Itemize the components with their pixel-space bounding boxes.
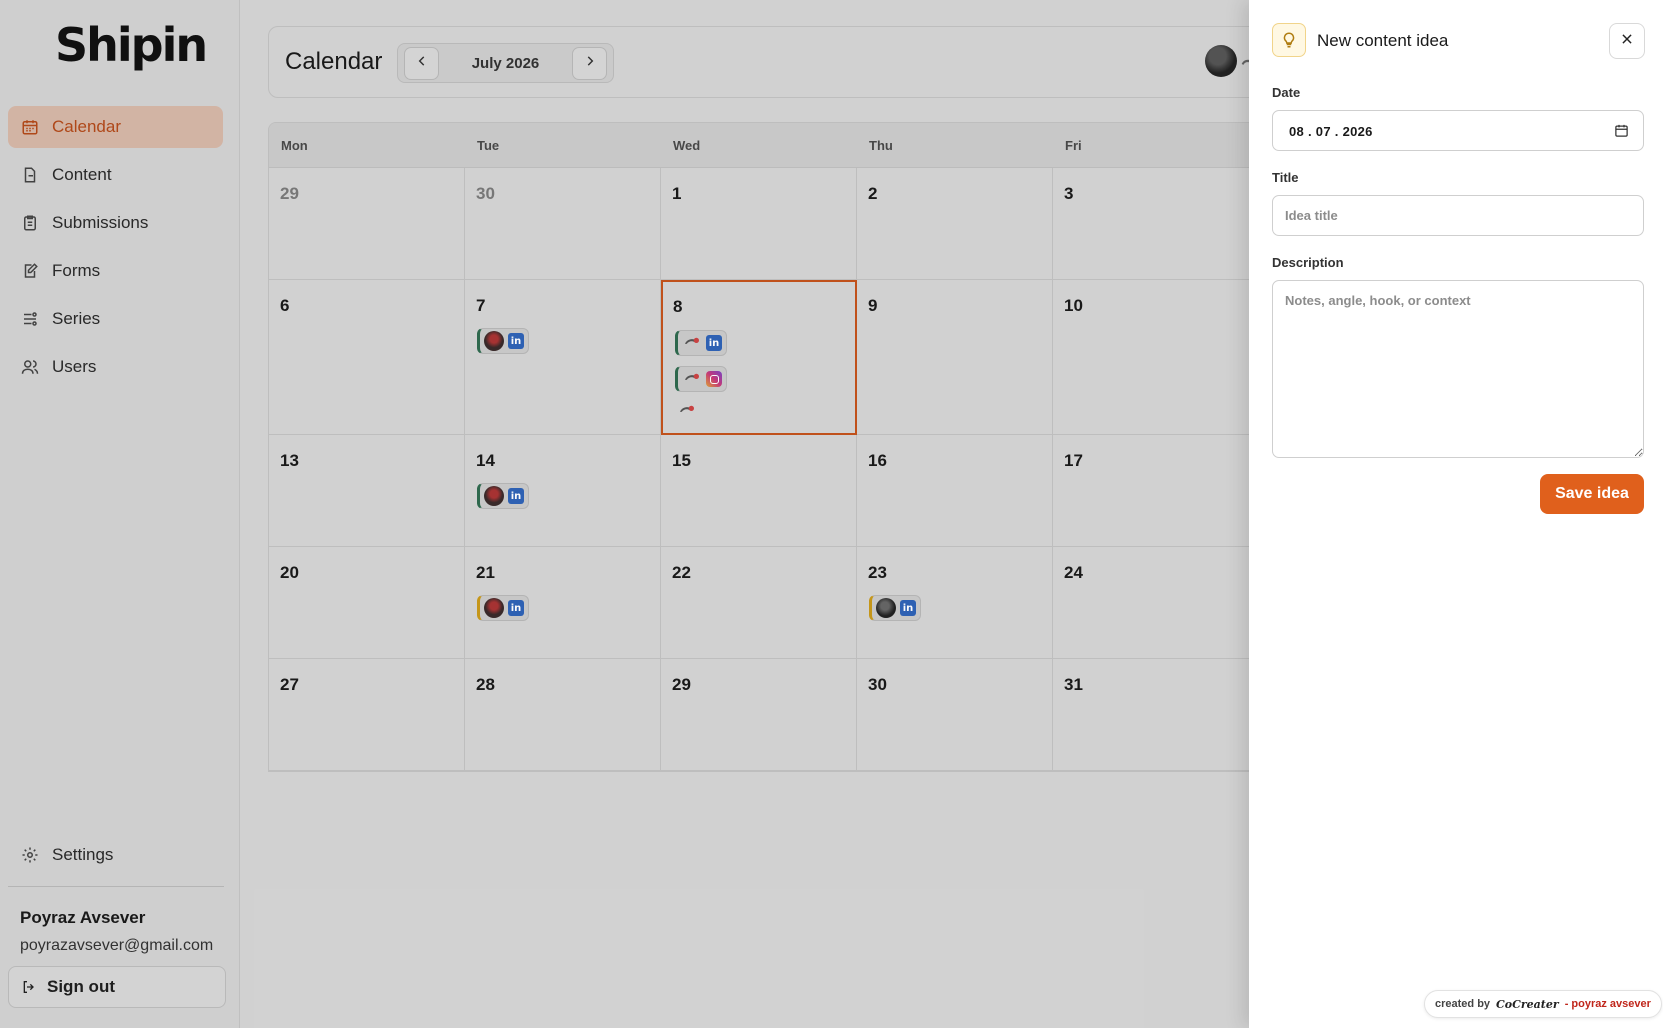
calendar-picker-icon[interactable] [1614,123,1629,143]
save-idea-button[interactable]: Save idea [1540,474,1644,514]
panel-title: New content idea [1317,31,1449,50]
date-label: Date [1272,85,1301,100]
credit-author: - poyraz avsever [1564,998,1651,1010]
date-field[interactable]: 08 . 07 . 2026 [1272,110,1644,151]
title-label: Title [1272,170,1299,185]
credit-badge[interactable]: created by CoCreater - poyraz avsever [1424,990,1662,1018]
date-value: 08 . 07 . 2026 [1289,124,1373,139]
close-icon [1620,32,1634,51]
modal-backdrop[interactable] [0,0,1249,1028]
cocreater-logo: CoCreater [1496,997,1559,1011]
lightbulb-icon [1272,23,1306,57]
description-label: Description [1272,255,1344,270]
title-input[interactable] [1272,195,1644,236]
description-textarea[interactable] [1272,280,1644,458]
close-button[interactable] [1609,23,1645,59]
credit-prefix: created by [1435,998,1491,1010]
new-idea-panel: New content idea Date 08 . 07 . 2026 Tit… [1249,0,1663,1028]
